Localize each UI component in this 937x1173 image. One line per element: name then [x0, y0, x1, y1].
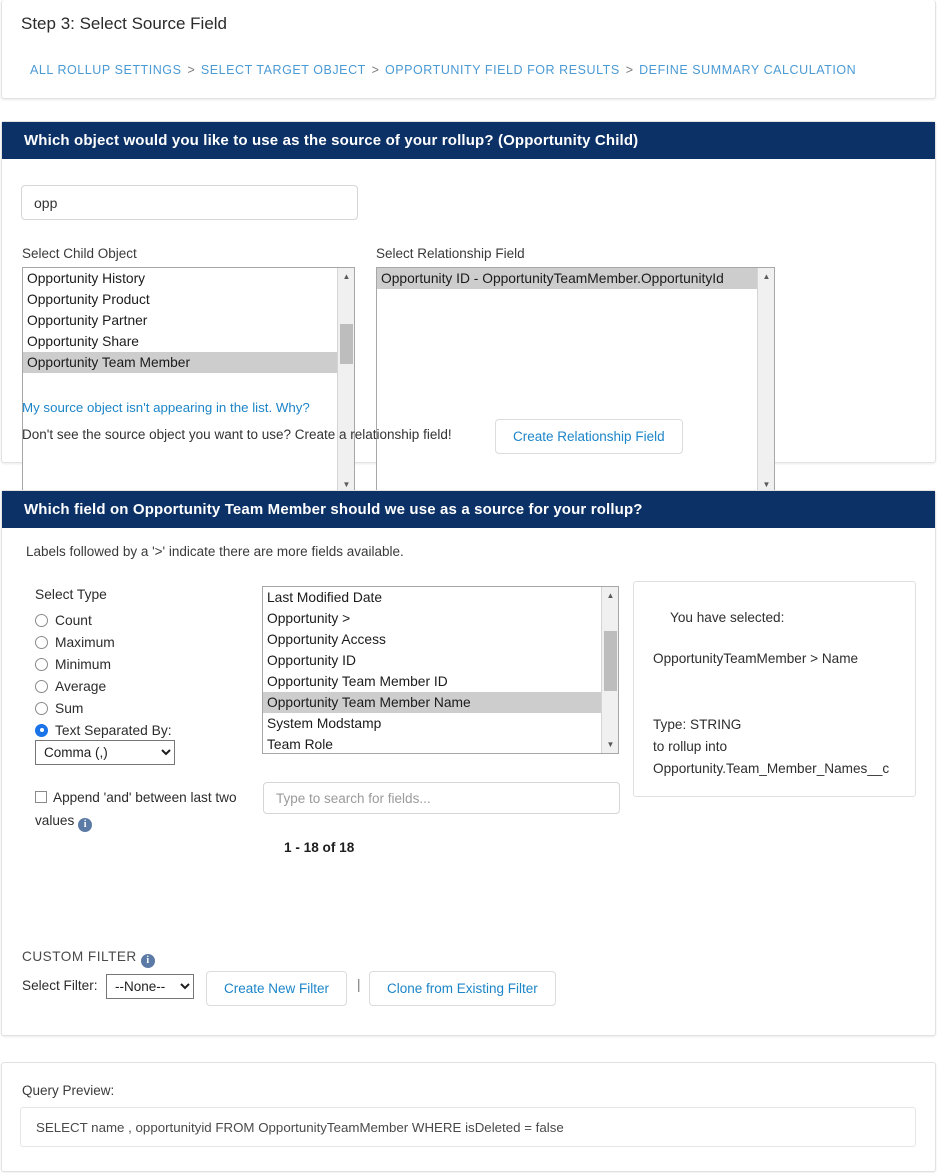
list-item-selected[interactable]: Opportunity Team Member Name: [263, 692, 618, 713]
append-and-checkbox-row[interactable]: Append 'and' between last two values i: [35, 786, 250, 832]
source-field-scrollbar[interactable]: ▲ ▼: [601, 587, 618, 753]
source-section-heading: Which object would you like to use as th…: [2, 122, 935, 159]
separator-select[interactable]: Comma (,): [35, 740, 175, 765]
field-section-heading: Which field on Opportunity Team Member s…: [2, 491, 935, 528]
page-title: Step 3: Select Source Field: [21, 14, 227, 34]
source-object-help-text: Don't see the source object you want to …: [22, 427, 452, 442]
radio-option-text-separated-by[interactable]: Text Separated By:: [35, 719, 235, 741]
radio-option-average[interactable]: Average: [35, 675, 235, 697]
list-item[interactable]: Opportunity Partner: [23, 310, 354, 331]
list-item-selected[interactable]: Opportunity Team Member: [23, 352, 354, 373]
create-new-filter-button[interactable]: Create New Filter: [206, 971, 347, 1006]
relationship-field-scrollbar[interactable]: ▲ ▼: [757, 268, 774, 493]
radio-indicator[interactable]: [35, 614, 48, 627]
list-item-selected[interactable]: Opportunity ID - OpportunityTeamMember.O…: [377, 268, 774, 289]
query-preview-box: SELECT name , opportunityid FROM Opportu…: [20, 1107, 916, 1147]
scroll-up-arrow-icon[interactable]: ▲: [602, 587, 619, 604]
list-item[interactable]: Team Role: [263, 734, 618, 754]
radio-label: Text Separated By:: [55, 723, 172, 738]
selected-panel-heading: You have selected:: [670, 607, 784, 629]
breadcrumb-separator: >: [370, 63, 381, 77]
radio-indicator[interactable]: [35, 702, 48, 715]
radio-indicator[interactable]: [35, 636, 48, 649]
field-section-hint: Labels followed by a '>' indicate there …: [26, 544, 404, 559]
scroll-up-arrow-icon[interactable]: ▲: [338, 268, 355, 285]
radio-label: Minimum: [55, 657, 111, 672]
radio-indicator[interactable]: [35, 658, 48, 671]
radio-label: Maximum: [55, 635, 115, 650]
radio-option-maximum[interactable]: Maximum: [35, 631, 235, 653]
scrollbar-thumb[interactable]: [340, 324, 353, 364]
list-item[interactable]: System Modstamp: [263, 713, 618, 734]
selected-field-summary-panel: You have selected: OpportunityTeamMember…: [633, 581, 916, 797]
select-filter-label: Select Filter:: [22, 978, 98, 993]
selected-panel-type: Type: STRING: [653, 714, 741, 736]
radio-indicator[interactable]: [35, 680, 48, 693]
query-preview-label: Query Preview:: [22, 1083, 114, 1098]
radio-option-minimum[interactable]: Minimum: [35, 653, 235, 675]
radio-label: Average: [55, 679, 106, 694]
list-item[interactable]: Opportunity Share: [23, 331, 354, 352]
create-relationship-field-button[interactable]: Create Relationship Field: [495, 419, 683, 454]
radio-option-sum[interactable]: Sum: [35, 697, 235, 719]
breadcrumb-separator: >: [186, 63, 197, 77]
info-icon[interactable]: i: [78, 818, 92, 832]
child-object-listbox[interactable]: Opportunity History Opportunity Product …: [22, 267, 355, 494]
breadcrumb-item-define-summary-calculation[interactable]: DEFINE SUMMARY CALCULATION: [639, 63, 856, 77]
scroll-down-arrow-icon[interactable]: ▼: [602, 736, 619, 753]
query-preview-text: SELECT name , opportunityid FROM Opportu…: [36, 1120, 564, 1135]
select-type-radio-group[interactable]: Count Maximum Minimum Average Sum Text S…: [35, 609, 235, 741]
filter-button-divider: |: [357, 977, 361, 992]
breadcrumb: ALL ROLLUP SETTINGS > SELECT TARGET OBJE…: [30, 63, 856, 77]
field-search-input[interactable]: [263, 782, 620, 814]
field-pagination-count: 1 - 18 of 18: [284, 840, 354, 855]
list-item[interactable]: Opportunity History: [23, 268, 354, 289]
select-child-object-label: Select Child Object: [22, 246, 137, 261]
selected-panel-path: OpportunityTeamMember > Name: [653, 648, 858, 670]
source-field-listbox[interactable]: Last Modified Date Opportunity > Opportu…: [262, 586, 619, 754]
breadcrumb-separator: >: [624, 63, 635, 77]
list-item[interactable]: Opportunity Team Member ID: [263, 671, 618, 692]
radio-label: Count: [55, 613, 92, 628]
breadcrumb-item-all-rollup-settings[interactable]: ALL ROLLUP SETTINGS: [30, 63, 181, 77]
select-type-label: Select Type: [35, 587, 107, 602]
radio-option-count[interactable]: Count: [35, 609, 235, 631]
custom-filter-heading: CUSTOM FILTER: [22, 949, 137, 964]
object-search-input[interactable]: [21, 185, 358, 220]
step-header-card: Step 3: Select Source Field ALL ROLLUP S…: [1, 0, 936, 99]
child-object-scrollbar[interactable]: ▲ ▼: [337, 268, 354, 493]
append-and-label: Append 'and' between last two values: [35, 790, 237, 828]
selected-panel-target-field: Opportunity.Team_Member_Names__c: [653, 758, 901, 779]
clone-from-existing-filter-button[interactable]: Clone from Existing Filter: [369, 971, 556, 1006]
breadcrumb-item-select-target-object[interactable]: SELECT TARGET OBJECT: [201, 63, 366, 77]
list-item[interactable]: Opportunity Product: [23, 289, 354, 310]
breadcrumb-item-opportunity-field-for-results[interactable]: OPPORTUNITY FIELD FOR RESULTS: [385, 63, 620, 77]
select-filter-dropdown[interactable]: --None--: [106, 974, 194, 999]
selected-panel-rollup-into: to rollup into: [653, 736, 727, 758]
custom-filter-heading-row: CUSTOM FILTER i: [22, 949, 155, 968]
source-object-help-link[interactable]: My source object isn't appearing in the …: [22, 400, 310, 415]
list-item[interactable]: Last Modified Date: [263, 587, 618, 608]
scroll-up-arrow-icon[interactable]: ▲: [758, 268, 775, 285]
list-item[interactable]: Opportunity Access: [263, 629, 618, 650]
relationship-field-listbox[interactable]: Opportunity ID - OpportunityTeamMember.O…: [376, 267, 775, 494]
radio-indicator-selected[interactable]: [35, 724, 48, 737]
select-relationship-field-label: Select Relationship Field: [376, 246, 525, 261]
list-item[interactable]: Opportunity ID: [263, 650, 618, 671]
list-item[interactable]: Opportunity >: [263, 608, 618, 629]
scrollbar-thumb[interactable]: [604, 631, 617, 691]
info-icon[interactable]: i: [141, 954, 155, 968]
source-object-card: Which object would you like to use as th…: [1, 121, 936, 463]
radio-label: Sum: [55, 701, 83, 716]
append-and-checkbox[interactable]: [35, 791, 47, 803]
